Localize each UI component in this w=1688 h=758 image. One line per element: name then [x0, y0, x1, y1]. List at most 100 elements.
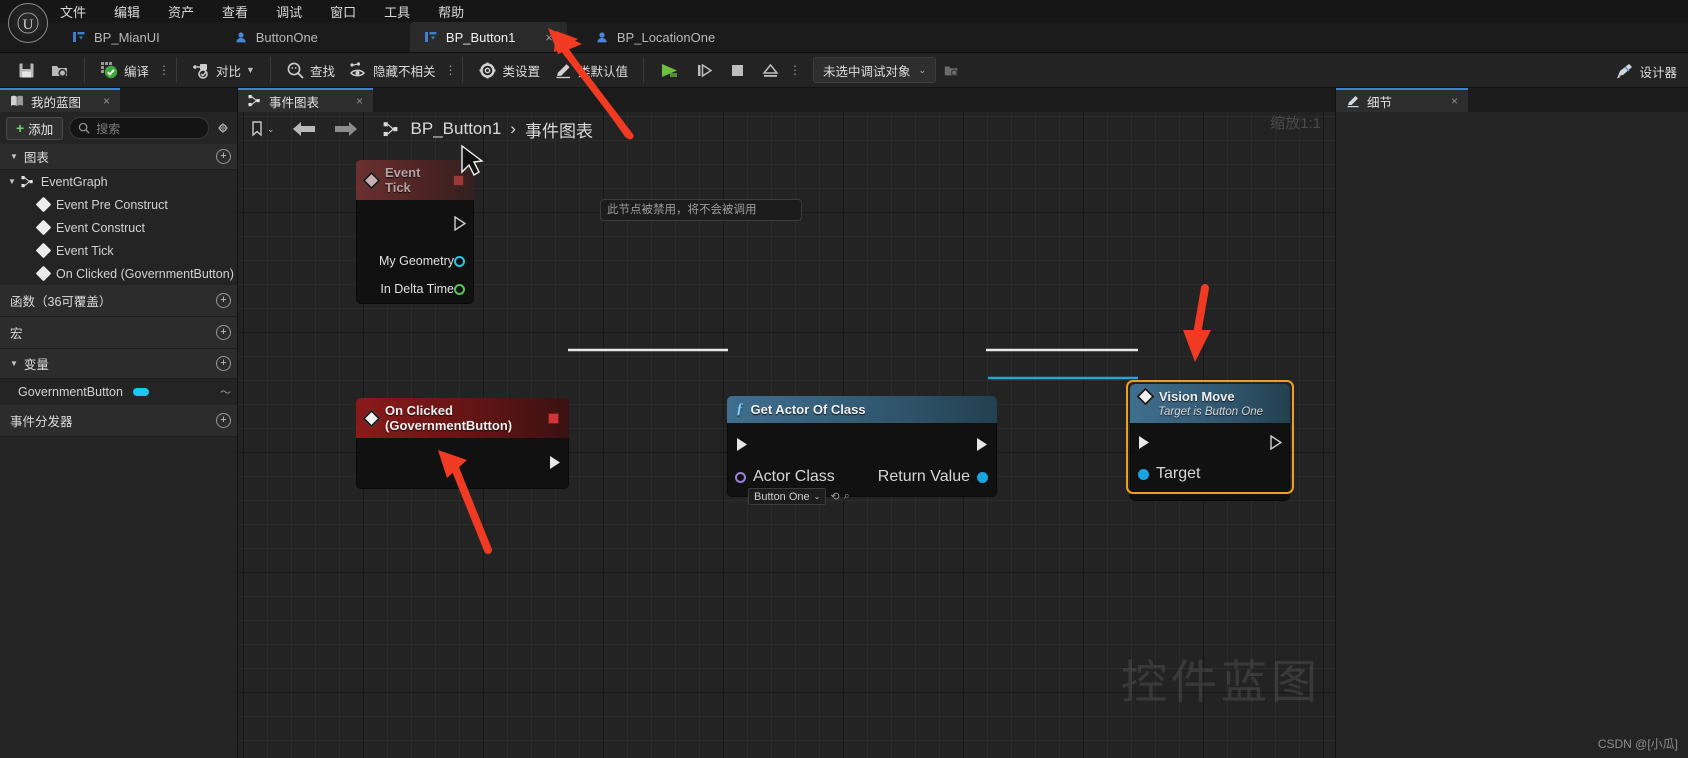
menu-item-view[interactable]: 查看: [220, 0, 250, 23]
exec-out-pin[interactable]: [454, 215, 467, 236]
node-vision-move-header[interactable]: Vision Move: [1130, 384, 1290, 406]
tab-event-graph[interactable]: 事件图表 ×: [238, 88, 373, 112]
tab-close-icon[interactable]: ×: [545, 30, 553, 45]
section-variables[interactable]: ▼ 变量 +: [0, 349, 237, 379]
breadcrumb-item-blueprint[interactable]: BP_Button1: [411, 119, 502, 139]
browse-content-button[interactable]: [43, 56, 76, 84]
pin-actor-class[interactable]: Actor Class: [735, 468, 835, 486]
pin-my-geometry[interactable]: My Geometry: [371, 250, 473, 272]
menu-item-edit[interactable]: 编辑: [112, 0, 142, 23]
add-dispatcher-icon[interactable]: +: [216, 413, 231, 428]
menu-item-help[interactable]: 帮助: [436, 0, 466, 23]
exec-out-pin[interactable]: [1270, 434, 1283, 455]
use-selected-asset-icon[interactable]: ⟲: [830, 490, 839, 503]
step-button[interactable]: [688, 56, 721, 84]
hide-unrelated-options-icon[interactable]: ⋮: [442, 64, 456, 76]
pin-in-delta-time[interactable]: In Delta Time: [372, 278, 473, 300]
debug-object-dropdown[interactable]: 未选中调试对象 ⌄: [813, 57, 937, 83]
unreal-engine-logo-icon[interactable]: U: [8, 3, 48, 43]
toolbar-separator: [84, 57, 85, 83]
exec-out-pin[interactable]: [549, 455, 561, 475]
variable-type-pill[interactable]: [132, 388, 149, 396]
menu-item-debug[interactable]: 调试: [274, 0, 304, 23]
debug-browse-button[interactable]: [936, 56, 967, 84]
tree-item-event-construct[interactable]: Event Construct: [0, 216, 237, 239]
gear-icon[interactable]: [215, 120, 231, 136]
pin-target[interactable]: Target: [1138, 465, 1200, 483]
tab-buttonone[interactable]: ButtonOne: [220, 22, 332, 52]
menu-item-file[interactable]: 文件: [58, 0, 88, 23]
node-title: Event Tick: [385, 165, 421, 195]
save-button[interactable]: [10, 56, 43, 84]
node-on-clicked[interactable]: On Clicked (GovernmentButton): [356, 398, 569, 489]
find-button[interactable]: 查找: [279, 56, 342, 84]
play-options-icon[interactable]: ⋮: [787, 64, 801, 76]
menu-item-tools[interactable]: 工具: [382, 0, 412, 23]
my-blueprint-panel: 我的蓝图 × + 添加 搜索 ▼ 图表 + ▼ EventGraph Event…: [0, 88, 238, 758]
section-graphs[interactable]: ▼ 图表 +: [0, 144, 237, 170]
tree-item-variable-governmentbutton[interactable]: GovernmentButton 〜: [0, 379, 237, 405]
tab-bp-button1[interactable]: BP_Button1 ×: [409, 22, 567, 52]
tree-item-event-pre-construct[interactable]: Event Pre Construct: [0, 193, 237, 216]
add-macro-icon[interactable]: +: [216, 325, 231, 340]
event-graph-canvas[interactable]: 事件图表 × ⌄ BP_Button1 › 事件图表 缩放1:1 此节点被禁用，…: [238, 88, 1335, 758]
add-function-icon[interactable]: +: [216, 293, 231, 308]
node-get-actor-header[interactable]: ƒ Get Actor Of Class: [727, 396, 997, 423]
stop-button[interactable]: [721, 56, 754, 84]
actor-class-value-row[interactable]: Button One ⌄ ⟲ ⌕: [748, 488, 850, 505]
search-input[interactable]: 搜索: [69, 117, 209, 139]
node-vision-move[interactable]: Vision Move Target is Button One Target: [1130, 384, 1290, 501]
tree-item-eventgraph[interactable]: ▼ EventGraph: [0, 170, 237, 193]
node-on-clicked-header[interactable]: On Clicked (GovernmentButton): [356, 398, 569, 438]
tree-item-on-clicked[interactable]: On Clicked (GovernmentButton): [0, 262, 237, 285]
chevron-down-icon: ⌄: [813, 492, 821, 501]
add-button[interactable]: + 添加: [6, 116, 64, 140]
tab-bp-mianui[interactable]: BP_MianUI: [58, 22, 174, 52]
menu-item-asset[interactable]: 资产: [166, 0, 196, 23]
browse-asset-icon[interactable]: ⌕: [844, 490, 850, 503]
chevron-down-icon[interactable]: ▼: [246, 65, 255, 75]
exec-in-pin[interactable]: [1138, 435, 1150, 455]
section-functions[interactable]: 函数（36可覆盖） +: [0, 285, 237, 317]
panel-close-icon[interactable]: ×: [1451, 94, 1458, 108]
diff-button[interactable]: 对比 ▼: [185, 56, 262, 84]
nav-back-button[interactable]: [285, 118, 323, 140]
tab-my-blueprint[interactable]: 我的蓝图 ×: [0, 88, 120, 112]
pin-dot-return-value[interactable]: [977, 471, 988, 483]
node-event-tick-header[interactable]: Event Tick: [356, 160, 474, 200]
exec-out-pin[interactable]: [976, 437, 988, 457]
pin-return-value[interactable]: Return Value: [878, 468, 988, 486]
nav-forward-button[interactable]: [327, 118, 365, 140]
pin-dot-in-delta-time[interactable]: [454, 283, 465, 295]
class-settings-button[interactable]: 类设置: [471, 56, 547, 84]
hide-unrelated-button[interactable]: 隐藏不相关: [342, 56, 443, 84]
actor-class-dropdown[interactable]: Button One ⌄: [748, 488, 827, 505]
play-button[interactable]: [652, 56, 688, 84]
pin-dot-target[interactable]: [1138, 468, 1149, 480]
tree-item-event-tick[interactable]: Event Tick: [0, 239, 237, 262]
compile-options-icon[interactable]: ⋮: [156, 64, 170, 76]
tab-bp-locationone[interactable]: BP_LocationOne: [581, 22, 729, 52]
tab-details[interactable]: 细节 ×: [1336, 88, 1468, 112]
compile-button[interactable]: 编译: [93, 56, 156, 84]
menu-item-window[interactable]: 窗口: [328, 0, 358, 23]
chevron-down-icon[interactable]: ▼: [8, 177, 16, 186]
add-graph-icon[interactable]: +: [216, 149, 231, 164]
node-vision-move-body: Target: [1130, 423, 1290, 501]
node-event-tick[interactable]: Event Tick My Geometry In Delta Time: [356, 160, 474, 304]
node-get-actor-of-class[interactable]: ƒ Get Actor Of Class Actor Class Return …: [727, 396, 997, 505]
pin-dot-my-geometry[interactable]: [454, 255, 465, 267]
class-defaults-button[interactable]: 类默认值: [547, 56, 635, 84]
eject-button[interactable]: [754, 56, 787, 84]
graph-tab-close-icon[interactable]: ×: [356, 94, 363, 108]
designer-button[interactable]: 设计器: [1608, 57, 1684, 85]
variable-visibility-icon[interactable]: 〜: [220, 384, 237, 400]
bookmark-button[interactable]: ⌄: [244, 119, 281, 139]
breadcrumb-item-graph[interactable]: 事件图表: [525, 117, 593, 142]
section-macros[interactable]: 宏 +: [0, 317, 237, 349]
exec-in-pin[interactable]: [736, 437, 748, 457]
add-variable-icon[interactable]: +: [216, 356, 231, 371]
panel-close-icon[interactable]: ×: [103, 94, 110, 108]
section-event-dispatchers[interactable]: 事件分发器 +: [0, 405, 237, 437]
pin-dot-actor-class[interactable]: [735, 471, 746, 483]
